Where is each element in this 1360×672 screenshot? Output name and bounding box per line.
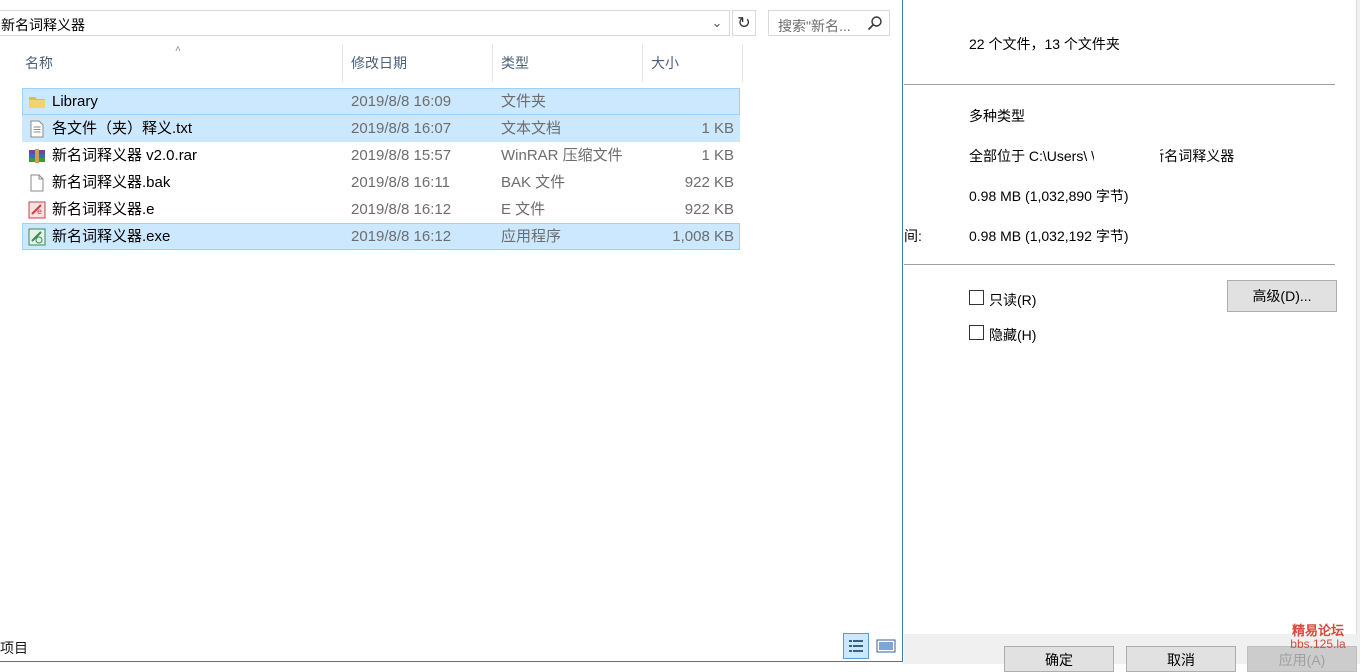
- large-icons-view-icon: [876, 639, 896, 653]
- file-name: 新名词释义器 v2.0.rar: [52, 147, 198, 164]
- winrar-archive-icon: [29, 149, 45, 163]
- file-name: 新名词释义器.bak: [52, 174, 171, 191]
- file-size: 922 KB: [684, 174, 734, 191]
- large-icons-view-button[interactable]: [873, 633, 899, 659]
- exe-file-icon: [28, 228, 46, 246]
- file-size: 1 KB: [701, 120, 734, 137]
- file-name: 新名词释义器.exe: [52, 228, 171, 245]
- type-value: 多种类型: [969, 108, 1025, 124]
- file-date: 2019/8/8 16:12: [351, 201, 452, 218]
- file-size: 922 KB: [684, 201, 734, 218]
- hidden-label[interactable]: 隐藏(H): [989, 325, 1036, 345]
- contains-value: 22 个文件，13 个文件夹: [969, 36, 1120, 52]
- file-type: WinRAR 压缩文件: [501, 147, 623, 164]
- explorer-window: 新名词释义器 ⌄ ↻ 搜索"新名... 名称 修改日期 类型 大小 ˄ Libr…: [0, 0, 903, 662]
- properties-dialog: 22 个文件，13 个文件夹 多种类型 全部位于 C:\Users\ \Desk…: [904, 0, 1360, 672]
- file-name: Library: [52, 93, 98, 110]
- properties-general-panel: 22 个文件，13 个文件夹 多种类型 全部位于 C:\Users\ \Desk…: [904, 0, 1357, 634]
- column-header-date[interactable]: 修改日期: [343, 44, 493, 82]
- file-date: 2019/8/8 16:12: [351, 228, 452, 245]
- column-headers: 名称 修改日期 类型 大小: [0, 44, 745, 82]
- file-row[interactable]: 新名词释义器 v2.0.rar 2019/8/8 15:57 WinRAR 压缩…: [22, 142, 740, 169]
- file-type: 应用程序: [501, 228, 562, 245]
- divider: [904, 264, 1335, 265]
- search-placeholder: 搜索"新名...: [778, 18, 851, 34]
- details-view-button[interactable]: [843, 633, 869, 659]
- blank-file-icon: [30, 174, 44, 192]
- refresh-icon: ↻: [737, 15, 751, 32]
- file-row[interactable]: 各文件（夹）释义.txt 2019/8/8 16:07 文本文档 1 KB: [22, 115, 740, 142]
- divider: [904, 84, 1335, 85]
- file-name: 各文件（夹）释义.txt: [52, 120, 193, 137]
- sort-ascending-icon: ˄: [175, 44, 181, 55]
- search-input[interactable]: 搜索"新名...: [768, 10, 890, 36]
- file-list: Library 2019/8/8 16:09 文件夹 各文件（夹）释义.txt …: [22, 88, 740, 250]
- size-on-disk-value: 0.98 MB (1,032,192 字节): [969, 228, 1129, 244]
- file-date: 2019/8/8 16:09: [351, 93, 452, 110]
- redaction-mask: [1094, 144, 1160, 166]
- status-bar-text: 项目: [0, 640, 28, 656]
- ok-button[interactable]: 确定: [1004, 646, 1114, 672]
- svg-text:e: e: [37, 207, 42, 216]
- file-row[interactable]: 新名词释义器.exe 2019/8/8 16:12 应用程序 1,008 KB: [22, 223, 740, 250]
- file-type: BAK 文件: [501, 174, 566, 191]
- file-type: E 文件: [501, 201, 546, 218]
- file-date: 2019/8/8 15:57: [351, 147, 452, 164]
- chevron-down-icon[interactable]: ⌄: [709, 13, 725, 33]
- readonly-label[interactable]: 只读(R): [989, 290, 1036, 310]
- watermark-title: 精易论坛: [1291, 623, 1344, 638]
- file-row[interactable]: Library 2019/8/8 16:09 文件夹: [22, 88, 740, 115]
- refresh-button[interactable]: ↻: [732, 10, 756, 36]
- watermark-url: bbs.125.la: [1290, 637, 1346, 651]
- file-size: 1 KB: [701, 147, 734, 164]
- file-size: 1,008 KB: [672, 228, 734, 245]
- file-type: 文本文档: [501, 120, 562, 137]
- size-value: 0.98 MB (1,032,890 字节): [969, 188, 1129, 204]
- file-row[interactable]: 新名词释义器.bak 2019/8/8 16:11 BAK 文件 922 KB: [22, 169, 740, 196]
- address-bar[interactable]: 新名词释义器 ⌄: [0, 10, 730, 36]
- text-file-icon: [30, 120, 44, 138]
- folder-icon: [29, 97, 45, 108]
- forum-watermark: 精易论坛 bbs.125.la: [1283, 623, 1353, 651]
- address-text: 新名词释义器: [1, 17, 85, 33]
- file-type: 文件夹: [501, 93, 547, 110]
- advanced-button[interactable]: 高级(D)...: [1227, 280, 1337, 312]
- readonly-checkbox[interactable]: [969, 290, 984, 305]
- cancel-button[interactable]: 取消: [1126, 646, 1236, 672]
- file-date: 2019/8/8 16:11: [351, 174, 450, 191]
- file-date: 2019/8/8 16:07: [351, 120, 452, 137]
- column-header-type[interactable]: 类型: [493, 44, 643, 82]
- size-on-disk-label: 间:: [904, 228, 922, 244]
- hidden-checkbox[interactable]: [969, 325, 984, 340]
- e-file-icon: e: [28, 201, 46, 219]
- search-icon: [867, 16, 882, 31]
- file-name: 新名词释义器.e: [52, 201, 155, 218]
- column-header-size[interactable]: 大小: [643, 44, 743, 82]
- file-row[interactable]: e 新名词释义器.e 2019/8/8 16:12 E 文件 922 KB: [22, 196, 740, 223]
- details-view-icon: [849, 640, 863, 652]
